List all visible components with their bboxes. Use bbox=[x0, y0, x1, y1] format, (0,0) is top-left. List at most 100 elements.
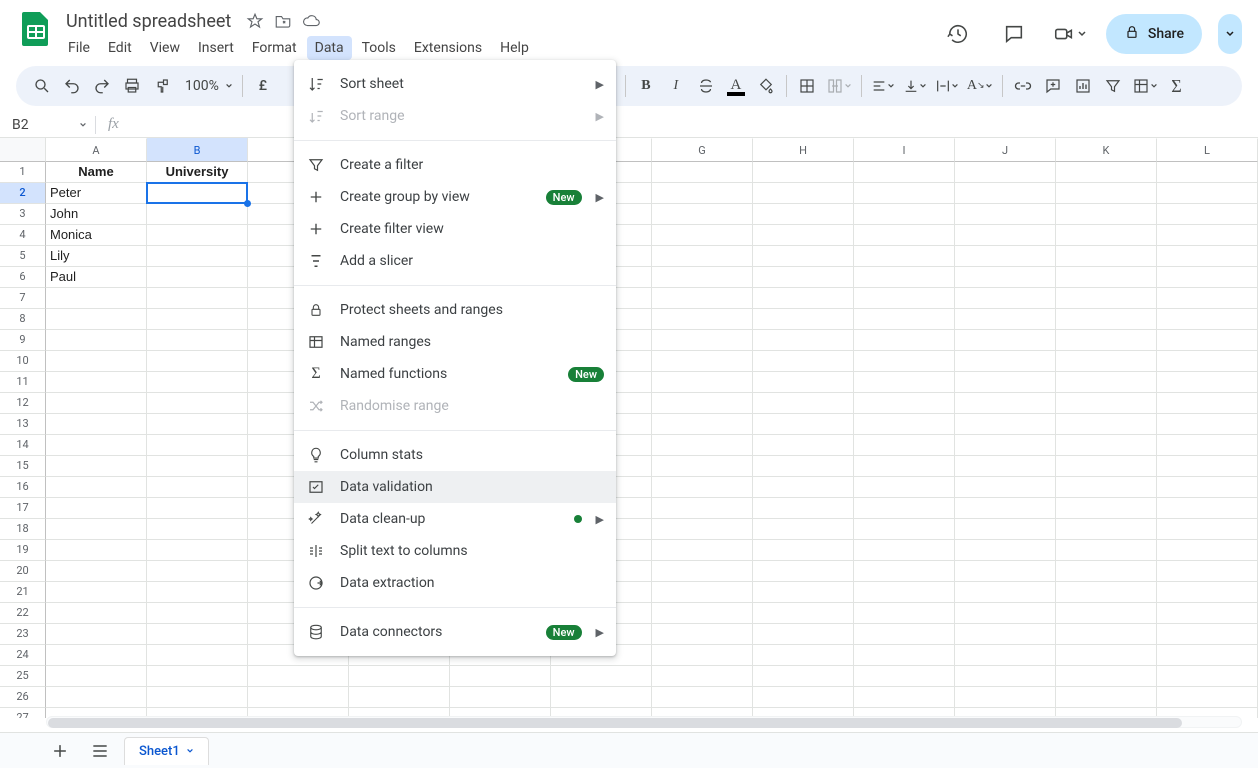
dd-data-connectors[interactable]: Data connectors New ▶ bbox=[294, 616, 616, 648]
column-header[interactable]: A bbox=[46, 138, 147, 162]
row-header[interactable]: 18 bbox=[0, 519, 46, 540]
cell[interactable] bbox=[147, 624, 248, 645]
star-icon[interactable] bbox=[245, 11, 265, 31]
fill-color-button[interactable] bbox=[752, 72, 780, 100]
cell[interactable]: John bbox=[46, 204, 147, 225]
cell[interactable] bbox=[1056, 498, 1157, 519]
cell[interactable] bbox=[1056, 666, 1157, 687]
row-header[interactable]: 21 bbox=[0, 582, 46, 603]
dd-sort-sheet[interactable]: Sort sheet ▶ bbox=[294, 68, 616, 100]
cell[interactable] bbox=[955, 288, 1056, 309]
redo-icon[interactable] bbox=[88, 72, 116, 100]
all-sheets-button[interactable] bbox=[84, 735, 116, 767]
cell[interactable] bbox=[955, 162, 1056, 183]
cell[interactable] bbox=[753, 519, 854, 540]
row-header[interactable]: 14 bbox=[0, 435, 46, 456]
cell[interactable] bbox=[854, 540, 955, 561]
cell[interactable] bbox=[1157, 330, 1258, 351]
sheet-tab[interactable]: Sheet1 bbox=[124, 737, 209, 765]
cell[interactable] bbox=[1157, 225, 1258, 246]
cell[interactable] bbox=[753, 540, 854, 561]
row-header[interactable]: 12 bbox=[0, 393, 46, 414]
cell[interactable] bbox=[147, 288, 248, 309]
cell[interactable] bbox=[147, 393, 248, 414]
cell[interactable] bbox=[652, 372, 753, 393]
cell[interactable] bbox=[147, 225, 248, 246]
cell[interactable] bbox=[955, 498, 1056, 519]
cell[interactable] bbox=[652, 477, 753, 498]
cell[interactable] bbox=[1157, 582, 1258, 603]
cell[interactable] bbox=[753, 225, 854, 246]
cell[interactable] bbox=[955, 351, 1056, 372]
cell[interactable] bbox=[46, 351, 147, 372]
history-icon[interactable] bbox=[938, 14, 978, 54]
functions-button[interactable]: Σ bbox=[1163, 72, 1191, 100]
cell[interactable] bbox=[854, 309, 955, 330]
cell[interactable] bbox=[652, 393, 753, 414]
cell[interactable] bbox=[854, 477, 955, 498]
cell[interactable] bbox=[46, 561, 147, 582]
cell[interactable] bbox=[46, 288, 147, 309]
cell[interactable] bbox=[854, 645, 955, 666]
share-more-button[interactable] bbox=[1218, 14, 1242, 54]
cell[interactable] bbox=[753, 624, 854, 645]
column-header[interactable]: L bbox=[1157, 138, 1258, 162]
cell[interactable] bbox=[854, 162, 955, 183]
row-header[interactable]: 6 bbox=[0, 267, 46, 288]
cell[interactable] bbox=[955, 414, 1056, 435]
cell[interactable] bbox=[652, 498, 753, 519]
cell[interactable] bbox=[1157, 498, 1258, 519]
menu-extensions[interactable]: Extensions bbox=[406, 36, 490, 60]
row-header[interactable]: 26 bbox=[0, 687, 46, 708]
cell[interactable] bbox=[652, 204, 753, 225]
cell[interactable] bbox=[1056, 351, 1157, 372]
cell[interactable] bbox=[248, 666, 349, 687]
select-all-corner[interactable] bbox=[0, 138, 46, 162]
menu-data[interactable]: Data bbox=[307, 36, 352, 60]
cell[interactable] bbox=[1157, 666, 1258, 687]
dd-named-functions[interactable]: Σ Named functions New bbox=[294, 358, 616, 390]
menu-view[interactable]: View bbox=[142, 36, 188, 60]
row-header[interactable]: 13 bbox=[0, 414, 46, 435]
cell[interactable] bbox=[46, 393, 147, 414]
bold-button[interactable]: B bbox=[632, 72, 660, 100]
row-header[interactable]: 1 bbox=[0, 162, 46, 183]
cell[interactable] bbox=[955, 267, 1056, 288]
name-box[interactable]: B2 bbox=[0, 117, 95, 133]
cell[interactable] bbox=[753, 267, 854, 288]
cell[interactable] bbox=[1157, 603, 1258, 624]
cell[interactable] bbox=[854, 183, 955, 204]
cell[interactable] bbox=[955, 603, 1056, 624]
italic-button[interactable]: I bbox=[662, 72, 690, 100]
cell[interactable] bbox=[1056, 225, 1157, 246]
cell[interactable] bbox=[1157, 645, 1258, 666]
cell[interactable] bbox=[854, 561, 955, 582]
cell[interactable] bbox=[753, 582, 854, 603]
horizontal-scrollbar[interactable] bbox=[46, 716, 1242, 730]
cell[interactable] bbox=[955, 624, 1056, 645]
cell[interactable] bbox=[854, 687, 955, 708]
column-header[interactable]: H bbox=[753, 138, 854, 162]
dd-group-by-view[interactable]: Create group by view New ▶ bbox=[294, 181, 616, 213]
filter-button[interactable] bbox=[1099, 72, 1127, 100]
dd-create-filter-view[interactable]: Create filter view bbox=[294, 213, 616, 245]
row-header[interactable]: 9 bbox=[0, 330, 46, 351]
cell[interactable] bbox=[854, 624, 955, 645]
cell[interactable] bbox=[1157, 477, 1258, 498]
cell[interactable] bbox=[652, 540, 753, 561]
cell[interactable] bbox=[1056, 288, 1157, 309]
meet-button[interactable] bbox=[1050, 14, 1090, 54]
cell[interactable] bbox=[652, 330, 753, 351]
cell[interactable] bbox=[652, 582, 753, 603]
column-header[interactable]: B bbox=[147, 138, 248, 162]
cell[interactable] bbox=[854, 204, 955, 225]
row-header[interactable]: 17 bbox=[0, 498, 46, 519]
cell[interactable] bbox=[854, 372, 955, 393]
cell[interactable] bbox=[147, 477, 248, 498]
undo-icon[interactable] bbox=[58, 72, 86, 100]
cloud-icon[interactable] bbox=[301, 11, 321, 31]
cell[interactable] bbox=[1056, 540, 1157, 561]
cell[interactable] bbox=[652, 624, 753, 645]
row-header[interactable]: 22 bbox=[0, 603, 46, 624]
cell[interactable] bbox=[652, 435, 753, 456]
